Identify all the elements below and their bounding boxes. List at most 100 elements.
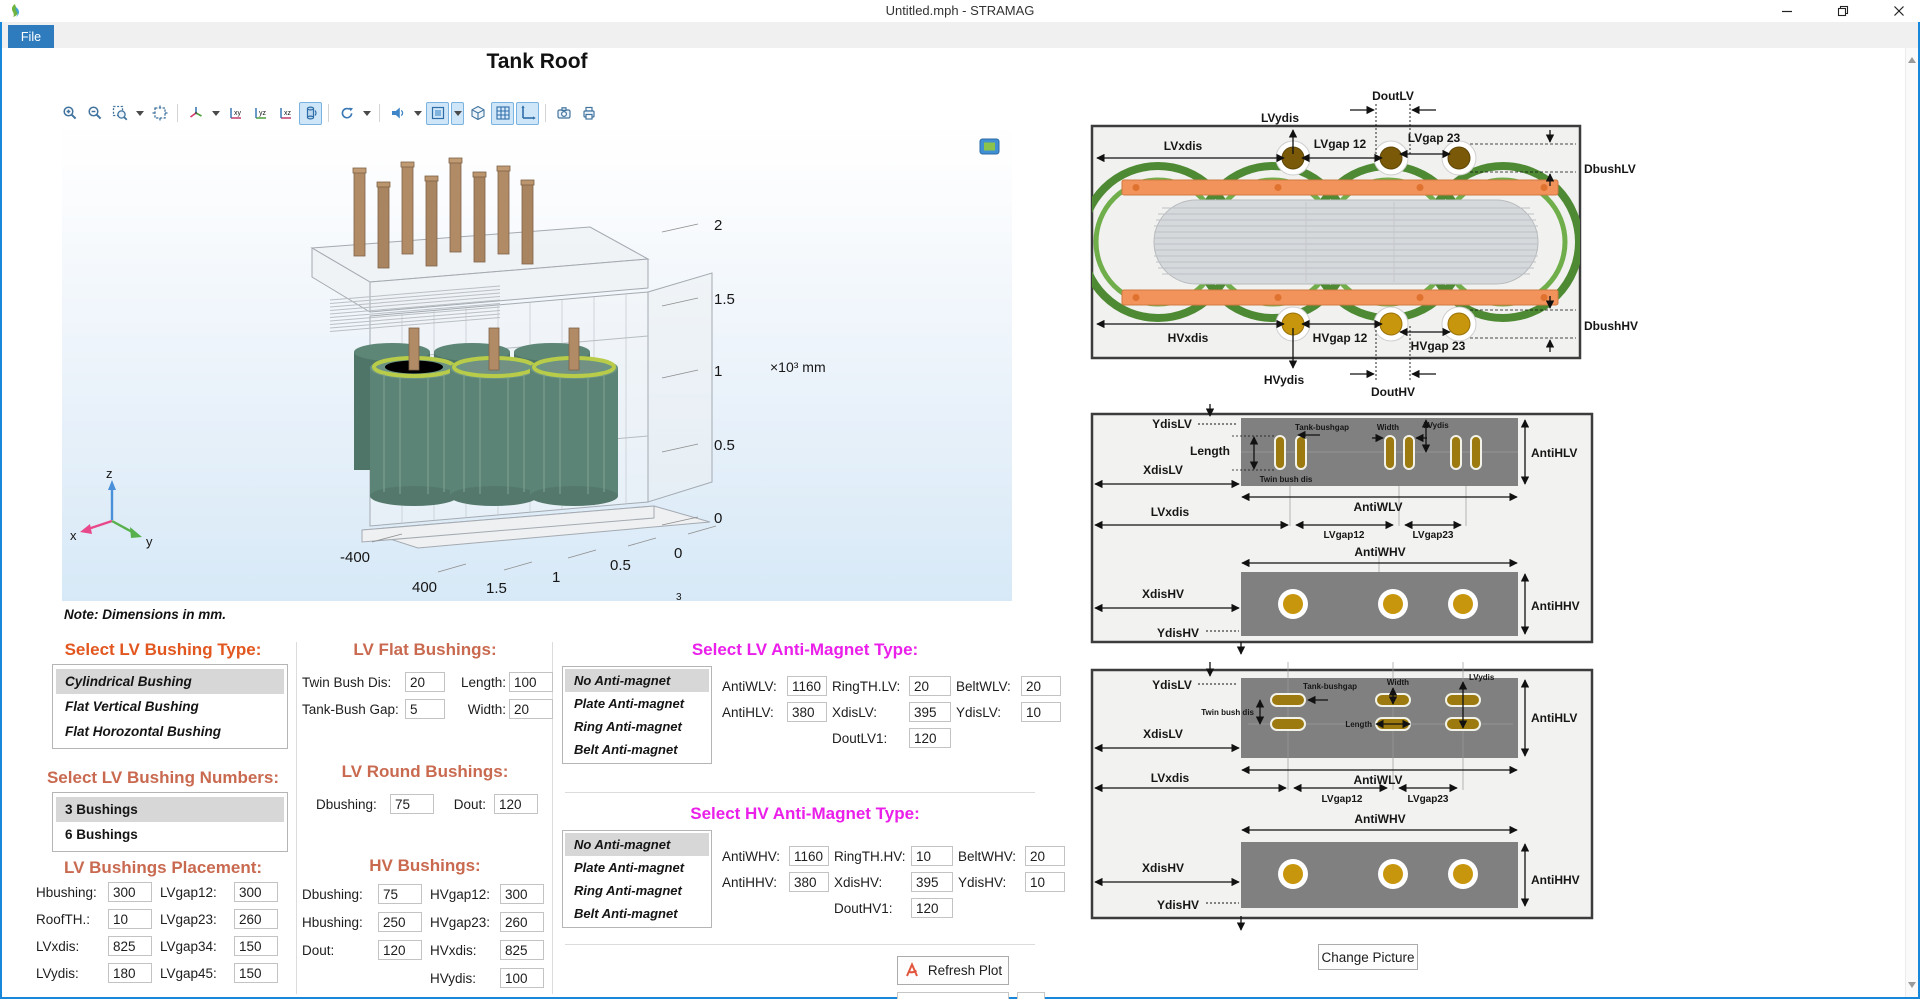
doutlv1-input[interactable] bbox=[909, 728, 951, 748]
width-input[interactable] bbox=[509, 699, 553, 719]
graphics-canvas-3d[interactable]: 2 1.5 1 0.5 0 ×10³ mm -400 400 1.5 1 0.5… bbox=[62, 130, 1012, 601]
field-label: RingTH.HV: bbox=[834, 849, 908, 864]
hbushing-input[interactable] bbox=[108, 882, 152, 902]
environment-dropdown[interactable] bbox=[451, 102, 464, 125]
scene-light-button[interactable] bbox=[386, 102, 409, 125]
antihhv-input[interactable] bbox=[789, 872, 829, 892]
ringthhv-input[interactable] bbox=[911, 846, 953, 866]
svg-text:2: 2 bbox=[714, 217, 722, 234]
transparency-button[interactable] bbox=[466, 102, 489, 125]
list-item-belt-anti-magnet[interactable]: Belt Anti-magnet bbox=[565, 738, 709, 761]
tank-bush-gap-input[interactable] bbox=[405, 699, 445, 719]
list-item-3-bushings[interactable]: 3 Bushings bbox=[56, 797, 284, 822]
dbushing-hv-input[interactable] bbox=[378, 884, 422, 904]
list-item-plate-anti-magnet[interactable]: Plate Anti-magnet bbox=[565, 692, 709, 715]
field-label: Tank-Bush Gap: bbox=[302, 702, 402, 717]
zoom-out-button[interactable] bbox=[83, 102, 106, 125]
lvgap12-input[interactable] bbox=[234, 882, 278, 902]
hv-anti-fields: AntiWHV: RingTH.HV: BeltWHV: AntiHHV: Xd… bbox=[722, 846, 1067, 918]
go-to-view-dropdown[interactable] bbox=[209, 102, 222, 125]
length-input[interactable] bbox=[509, 672, 553, 692]
svg-text:0.5: 0.5 bbox=[714, 437, 735, 454]
list-item-cylindrical-bushing[interactable]: Cylindrical Bushing bbox=[56, 669, 284, 694]
field-label: Hbushing: bbox=[36, 885, 104, 900]
lvxdis-input[interactable] bbox=[108, 936, 152, 956]
list-item-no-anti-magnet[interactable]: No Anti-magnet bbox=[565, 833, 709, 856]
vertical-scrollbar[interactable] bbox=[1905, 48, 1918, 997]
ydislv-input[interactable] bbox=[1021, 702, 1061, 722]
svg-text:Tank-bushgap: Tank-bushgap bbox=[1295, 423, 1349, 432]
hvydis-input[interactable] bbox=[500, 968, 544, 988]
rotate-dropdown[interactable] bbox=[360, 102, 373, 125]
go-to-view-button[interactable] bbox=[184, 102, 207, 125]
field-label: Dout: bbox=[302, 943, 374, 958]
list-item-flat-vertical-bushing[interactable]: Flat Vertical Bushing bbox=[56, 694, 284, 719]
list-item-ring-anti-magnet[interactable]: Ring Anti-magnet bbox=[565, 879, 709, 902]
beltwlv-input[interactable] bbox=[1021, 676, 1061, 696]
hvgap23-input[interactable] bbox=[500, 912, 544, 932]
refresh-plot-button[interactable]: Refresh Plot bbox=[897, 956, 1009, 985]
dbushing-lv-input[interactable] bbox=[390, 794, 434, 814]
axes-button[interactable] bbox=[516, 102, 539, 125]
view-yz-button[interactable]: yz bbox=[249, 102, 272, 125]
beltwhv-input[interactable] bbox=[1025, 846, 1065, 866]
list-item-no-anti-magnet[interactable]: No Anti-magnet bbox=[565, 669, 709, 692]
svg-text:AntiHLV: AntiHLV bbox=[1531, 446, 1577, 460]
view-xy-button[interactable]: xy bbox=[224, 102, 247, 125]
scene-light-dropdown[interactable] bbox=[411, 102, 424, 125]
zoom-in-button[interactable] bbox=[58, 102, 81, 125]
list-item-plate-anti-magnet[interactable]: Plate Anti-magnet bbox=[565, 856, 709, 879]
svg-text:AntiHHV: AntiHHV bbox=[1531, 599, 1580, 613]
douthv1-input[interactable] bbox=[911, 898, 953, 918]
list-item-belt-anti-magnet[interactable]: Belt Anti-magnet bbox=[565, 902, 709, 925]
scroll-down-icon[interactable] bbox=[1908, 982, 1916, 991]
lvgap34-input[interactable] bbox=[234, 936, 278, 956]
zoom-extents-button[interactable] bbox=[148, 102, 171, 125]
orthographic-projection-button[interactable] bbox=[299, 102, 322, 125]
antihlv-input[interactable] bbox=[787, 702, 827, 722]
xdislv-input[interactable] bbox=[909, 702, 951, 722]
restore-button[interactable] bbox=[1830, 1, 1856, 21]
toolbar-separator bbox=[177, 104, 178, 122]
antiwhv-input[interactable] bbox=[789, 846, 829, 866]
dout-lv-input[interactable] bbox=[494, 794, 538, 814]
diagram-flat-horizontal: YdisLV Tank-bushgap Width LVydis AntiHLV… bbox=[1088, 658, 1646, 940]
list-item-ring-anti-magnet[interactable]: Ring Anti-magnet bbox=[565, 715, 709, 738]
close-button[interactable] bbox=[1886, 1, 1912, 21]
svg-text:XdisHV: XdisHV bbox=[1142, 861, 1184, 875]
zoom-box-dropdown[interactable] bbox=[133, 102, 146, 125]
svg-text:YdisLV: YdisLV bbox=[1152, 678, 1192, 692]
plot-window-icon[interactable] bbox=[980, 139, 999, 154]
list-item-flat-horozontal-bushing[interactable]: Flat Horozontal Bushing bbox=[56, 719, 284, 744]
svg-text:YdisHV: YdisHV bbox=[1157, 898, 1199, 912]
list-item-6-bushings[interactable]: 6 Bushings bbox=[56, 822, 284, 847]
toolbar-separator bbox=[379, 104, 380, 122]
lvgap23-input[interactable] bbox=[234, 909, 278, 929]
print-button[interactable] bbox=[577, 102, 600, 125]
dout-hv-input[interactable] bbox=[378, 940, 422, 960]
roofth-input[interactable] bbox=[108, 909, 152, 929]
hbushing-hv-input[interactable] bbox=[378, 912, 422, 932]
ydishv-input[interactable] bbox=[1025, 872, 1065, 892]
twin-bush-dis-input[interactable] bbox=[405, 672, 445, 692]
rotate-button[interactable] bbox=[335, 102, 358, 125]
lvgap45-input[interactable] bbox=[234, 963, 278, 983]
antiwlv-input[interactable] bbox=[787, 676, 827, 696]
snapshot-button[interactable] bbox=[552, 102, 575, 125]
plot-title: Tank Roof bbox=[62, 50, 1012, 74]
lvydis-input[interactable] bbox=[108, 963, 152, 983]
ringthlv-input[interactable] bbox=[909, 676, 951, 696]
zoom-box-button[interactable] bbox=[108, 102, 131, 125]
hvgap12-input[interactable] bbox=[500, 884, 544, 904]
svg-text:YdisLV: YdisLV bbox=[1152, 417, 1192, 431]
scroll-up-icon[interactable] bbox=[1908, 54, 1916, 63]
grid-button[interactable] bbox=[491, 102, 514, 125]
view-xz-button[interactable]: xz bbox=[274, 102, 297, 125]
xdishv-input[interactable] bbox=[911, 872, 953, 892]
environment-button[interactable] bbox=[426, 102, 449, 125]
hvxdis-input[interactable] bbox=[500, 940, 544, 960]
minimize-button[interactable] bbox=[1774, 1, 1800, 21]
refresh-plot-label: Refresh Plot bbox=[928, 963, 1002, 978]
field-label: BeltWHV: bbox=[958, 849, 1022, 864]
change-picture-button[interactable]: Change Picture bbox=[1318, 944, 1418, 970]
